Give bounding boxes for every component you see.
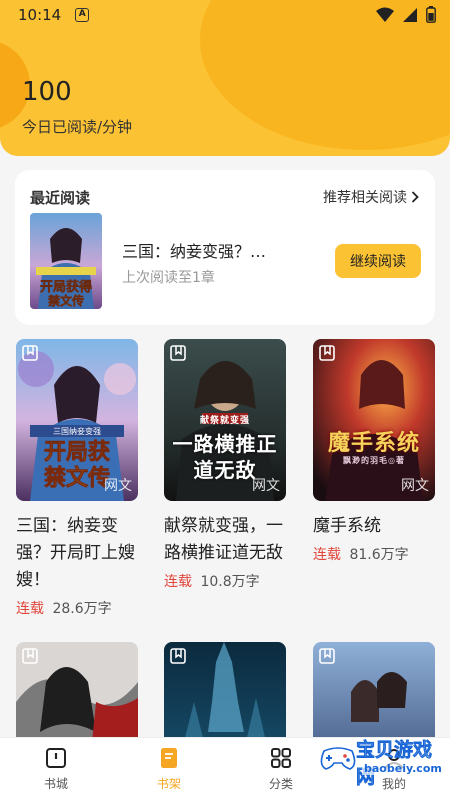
cover-title: 魔手系统	[327, 431, 420, 456]
bookmark-icon	[170, 345, 186, 361]
recent-book-cover[interactable]: 开局获得 禁文传	[30, 213, 102, 309]
book-meta: 连载 10.8万字	[164, 571, 286, 591]
book-card[interactable]: 魔手系统 飘渺的羽毛◎著 网文 魔手系统 连载 81.6万字	[313, 339, 435, 564]
nav-label: 分类	[268, 777, 293, 791]
book-cover[interactable]: 三国纳妾变强 开局获 禁文传 网文	[16, 339, 138, 501]
bookmark-icon	[319, 345, 335, 361]
status-bar: 10:14 A	[0, 0, 450, 30]
book-word-count: 10.8万字	[200, 574, 260, 590]
nav-item-bookstore[interactable]: 书城	[26, 746, 86, 792]
bookmark-icon	[319, 648, 335, 664]
nav-item-category[interactable]: 分类	[251, 746, 311, 792]
book-title[interactable]: 三国：纳妾变强？开局盯上嫂嫂！	[16, 513, 138, 594]
bookstore-icon	[46, 748, 66, 768]
chevron-right-icon	[411, 191, 419, 203]
nav-label: 书城	[43, 777, 68, 791]
site-watermark: 宝贝游戏网 baobeiy.com	[318, 735, 448, 788]
book-status: 连载	[16, 601, 44, 617]
battery-icon	[426, 6, 436, 23]
bookmark-icon	[22, 648, 38, 664]
recent-reading-title: 最近阅读	[30, 189, 91, 207]
reading-minutes-label: 今日已阅读/分钟	[22, 118, 133, 136]
book-meta: 连载 81.6万字	[313, 544, 435, 564]
book-cover[interactable]: 献祭就变强 一路横推正道无敌 网文	[164, 339, 286, 501]
svg-text:禁文传: 禁文传	[44, 465, 110, 491]
recent-book-title[interactable]: 三国：纳妾变强？…	[122, 238, 266, 262]
book-status: 连载	[164, 574, 192, 590]
bookmark-icon	[22, 345, 38, 361]
svg-text:开局获得: 开局获得	[40, 279, 92, 295]
cover-watermark: 网文	[104, 478, 132, 494]
bookmark-icon	[170, 648, 186, 664]
site-watermark-url: baobeiy.com	[362, 762, 444, 775]
svg-text:三国纳妾变强: 三国纳妾变强	[53, 426, 101, 436]
book-title[interactable]: 魔手系统	[313, 513, 435, 540]
recommend-related-link[interactable]: 推荐相关阅读	[323, 187, 419, 207]
nav-label: 书架	[156, 777, 181, 791]
status-icons	[376, 6, 436, 23]
book-meta: 连载 28.6万字	[16, 598, 138, 618]
cover-subtitle: 献祭就变强	[199, 416, 250, 426]
wifi-icon	[376, 7, 394, 22]
category-icon	[271, 748, 291, 768]
bookshelf-icon	[161, 748, 177, 768]
recent-book-progress: 上次阅读至1章	[122, 270, 215, 286]
book-title[interactable]: 献祭就变强，一路横推证道无敌	[164, 513, 286, 567]
book-status: 连载	[313, 547, 341, 563]
nav-item-bookshelf[interactable]: 书架	[139, 746, 199, 792]
book-card[interactable]: 三国纳妾变强 开局获 禁文传 网文 三国：纳妾变强？开局盯上嫂嫂！ 连载 28.…	[16, 339, 138, 618]
book-card[interactable]: 献祭就变强 一路横推正道无敌 网文 献祭就变强，一路横推证道无敌 连载 10.8…	[164, 339, 286, 591]
book-cover[interactable]: 魔手系统 飘渺的羽毛◎著 网文	[313, 339, 435, 501]
cover-watermark: 网文	[401, 478, 429, 494]
book-word-count: 28.6万字	[52, 601, 112, 617]
recent-reading-card: 最近阅读 推荐相关阅读 开局获得 禁文传 三国：纳妾变强？… 上次阅读至1章 继…	[15, 170, 435, 325]
svg-text:开局获: 开局获	[44, 440, 110, 465]
svg-text:禁文传: 禁文传	[48, 293, 84, 308]
book-word-count: 81.6万字	[349, 547, 409, 563]
recommend-related-label: 推荐相关阅读	[323, 190, 407, 206]
reading-header: 10:14 A 100 今日已阅读/分钟	[0, 0, 450, 156]
continue-reading-button[interactable]: 继续阅读	[335, 244, 421, 278]
status-time: 10:14	[18, 6, 62, 24]
notification-icon: A	[75, 8, 90, 22]
cover-subtitle: 飘渺的羽毛◎著	[343, 456, 405, 465]
cover-watermark: 网文	[252, 478, 280, 494]
gamepad-logo	[320, 747, 356, 770]
signal-icon	[403, 7, 417, 22]
reading-minutes: 100	[22, 77, 72, 107]
